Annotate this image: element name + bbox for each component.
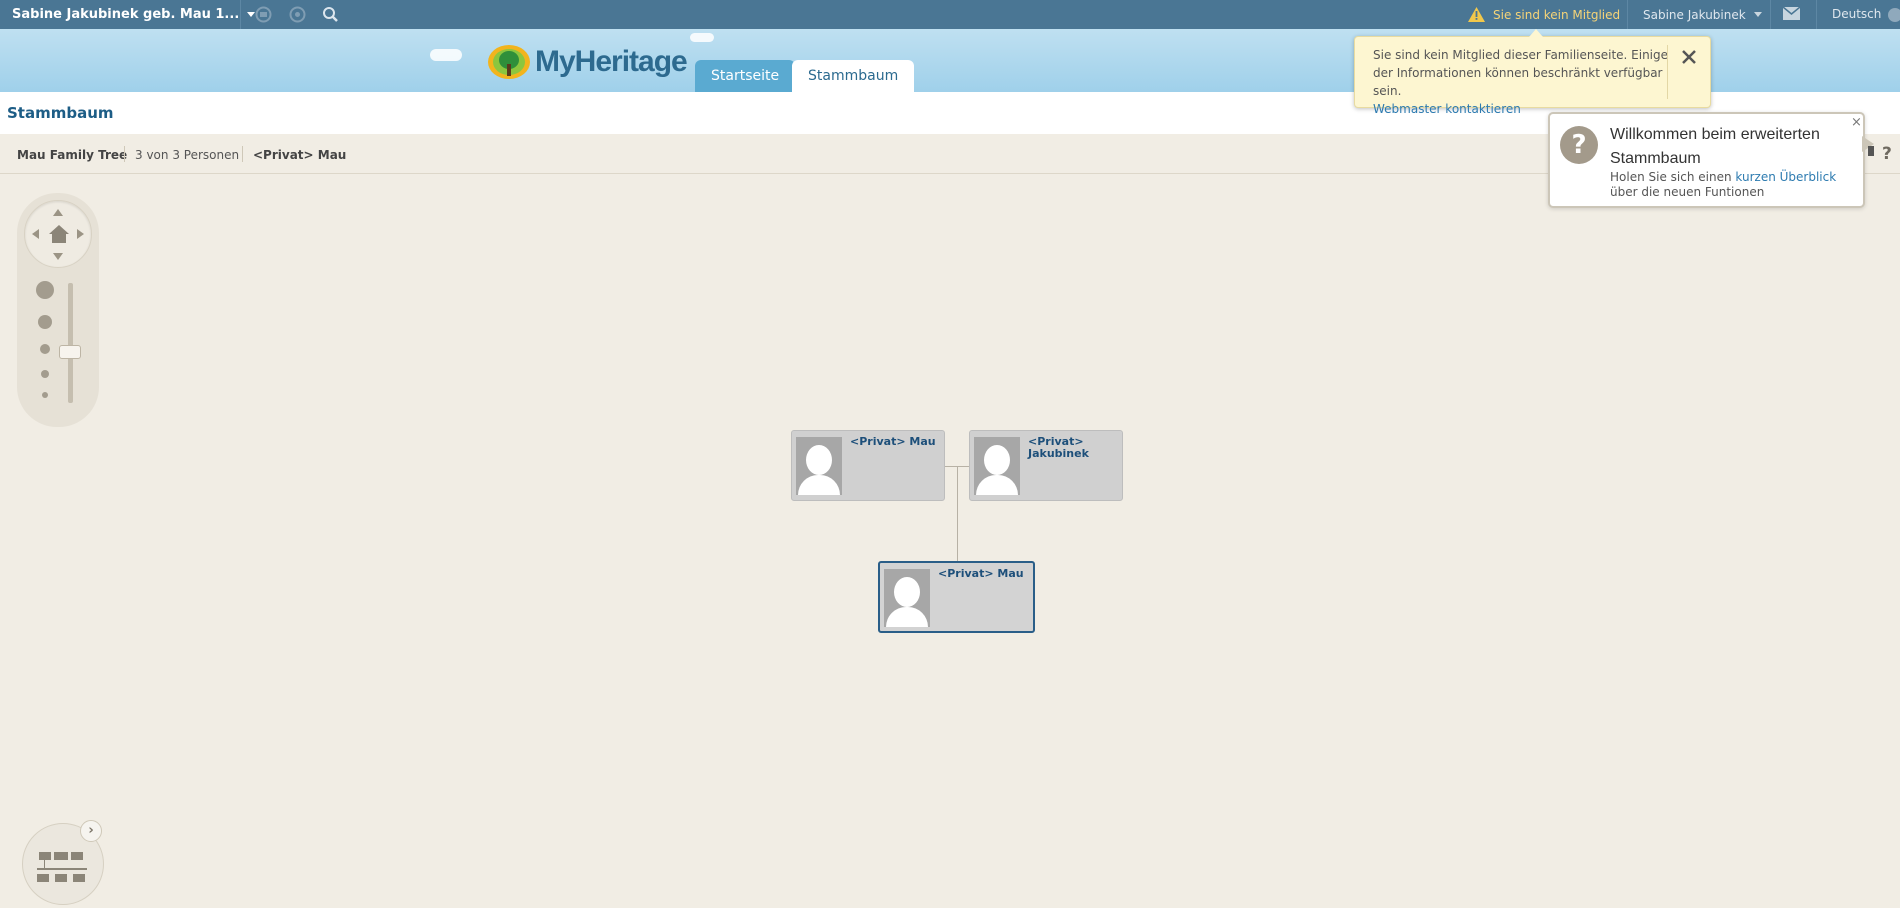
family-tree-icon bbox=[54, 852, 68, 860]
site-selector[interactable]: Sabine Jakubinek geb. Mau 1... bbox=[12, 0, 256, 29]
tab-startseite[interactable]: Startseite bbox=[695, 60, 796, 92]
notification-text: Sie sind kein Mitglied dieser Familiense… bbox=[1373, 46, 1671, 118]
zoom-control bbox=[17, 193, 99, 427]
help-icon[interactable]: ? bbox=[1882, 144, 1892, 164]
person-card[interactable]: <Privat> Jakubinek bbox=[969, 430, 1123, 501]
caret-down-icon bbox=[1753, 12, 1762, 17]
zoom-level-icon[interactable] bbox=[40, 344, 50, 354]
family-tree-icon-part bbox=[39, 852, 51, 860]
avatar bbox=[796, 437, 842, 495]
user-name: Sabine Jakubinek bbox=[1643, 7, 1746, 22]
breadcrumb-tree-name[interactable]: Mau Family Tree bbox=[17, 148, 127, 162]
welcome-body: Holen Sie sich einen kurzen Überblick üb… bbox=[1610, 170, 1850, 200]
language-selector[interactable]: Deutsch bbox=[1832, 0, 1881, 29]
membership-notification: Sie sind kein Mitglied dieser Familiense… bbox=[1354, 29, 1711, 116]
divider bbox=[124, 146, 125, 162]
question-icon: ? bbox=[1560, 126, 1598, 164]
divider bbox=[1770, 0, 1771, 29]
family-tree-icon-part bbox=[37, 874, 49, 882]
notification-message: Sie sind kein Mitglied dieser Familiense… bbox=[1373, 48, 1669, 98]
search-icon[interactable] bbox=[322, 6, 339, 23]
notification-pointer bbox=[1529, 29, 1543, 37]
overview-link[interactable]: kurzen Überblick bbox=[1735, 170, 1836, 184]
divider bbox=[1816, 0, 1817, 29]
pan-up-icon[interactable] bbox=[53, 209, 63, 216]
person-name: <Privat> Jakubinek bbox=[1028, 435, 1089, 460]
welcome-body-prefix: Holen Sie sich einen bbox=[1610, 170, 1732, 184]
zoom-level-icon[interactable] bbox=[36, 281, 54, 299]
mail-icon[interactable] bbox=[1783, 7, 1800, 20]
zoom-level-icon[interactable] bbox=[38, 315, 52, 329]
person-name: <Privat> Mau bbox=[850, 435, 936, 448]
myheritage-logo[interactable]: MyHeritage bbox=[487, 44, 688, 80]
globe-icon bbox=[1888, 8, 1900, 22]
expand-overview-button[interactable]: › bbox=[80, 820, 102, 842]
pan-left-icon[interactable] bbox=[32, 229, 39, 239]
family-tree-icon-part bbox=[37, 868, 87, 870]
not-member-warning[interactable]: Sie sind kein Mitglied bbox=[1468, 0, 1620, 29]
top-bar: Sabine Jakubinek geb. Mau 1... Sie sind … bbox=[0, 0, 1900, 29]
divider bbox=[1667, 45, 1668, 99]
warning-icon bbox=[1468, 7, 1485, 22]
breadcrumb-person[interactable]: <Privat> Mau bbox=[253, 148, 346, 162]
settings-icon[interactable] bbox=[1868, 146, 1874, 156]
zoom-level-icon[interactable] bbox=[42, 392, 48, 398]
user-menu[interactable]: Sabine Jakubinek bbox=[1643, 0, 1762, 29]
divider bbox=[1627, 0, 1628, 29]
welcome-title: Willkommen beim erweiterten Stammbaum bbox=[1610, 126, 1820, 167]
history-forward-icon[interactable] bbox=[289, 6, 306, 23]
avatar bbox=[974, 437, 1020, 495]
welcome-close-button[interactable]: × bbox=[1851, 115, 1862, 130]
breadcrumb-person-count: 3 von 3 Personen bbox=[135, 148, 240, 162]
tab-stammbaum[interactable]: Stammbaum bbox=[792, 60, 915, 92]
divider bbox=[242, 146, 243, 162]
zoom-slider-track[interactable] bbox=[68, 283, 73, 403]
pan-right-icon[interactable] bbox=[77, 229, 84, 239]
pan-pad[interactable] bbox=[24, 200, 92, 268]
page-title: Stammbaum bbox=[7, 104, 114, 122]
history-back-icon[interactable] bbox=[255, 6, 272, 23]
welcome-body-suffix: über die neuen Funtionen bbox=[1610, 185, 1765, 199]
cloud-decoration bbox=[690, 33, 714, 42]
zoom-level-icon[interactable] bbox=[41, 370, 49, 378]
divider bbox=[240, 0, 241, 29]
person-name: <Privat> Mau bbox=[938, 567, 1024, 580]
avatar bbox=[884, 569, 930, 627]
close-icon[interactable] bbox=[1677, 45, 1701, 69]
family-tree-icon-part bbox=[73, 874, 85, 882]
child-connector bbox=[957, 466, 958, 562]
person-card[interactable]: <Privat> Mau bbox=[791, 430, 945, 501]
pan-down-icon[interactable] bbox=[53, 253, 63, 260]
person-card-selected[interactable]: <Privat> Mau bbox=[878, 561, 1035, 633]
cloud-decoration bbox=[430, 49, 462, 61]
family-tree-icon-part bbox=[55, 874, 67, 882]
zoom-slider-handle[interactable] bbox=[59, 345, 81, 359]
site-name: Sabine Jakubinek geb. Mau 1... bbox=[12, 6, 240, 22]
warning-text: Sie sind kein Mitglied bbox=[1493, 7, 1621, 22]
logo-text: MyHeritage bbox=[535, 45, 688, 78]
family-tree-icon-part bbox=[44, 860, 45, 868]
home-icon[interactable] bbox=[49, 225, 69, 243]
tree-logo-icon bbox=[488, 45, 530, 79]
welcome-popup: ? Willkommen beim erweiterten Stammbaum … bbox=[1548, 112, 1874, 208]
family-tree-icon-part bbox=[71, 852, 83, 860]
